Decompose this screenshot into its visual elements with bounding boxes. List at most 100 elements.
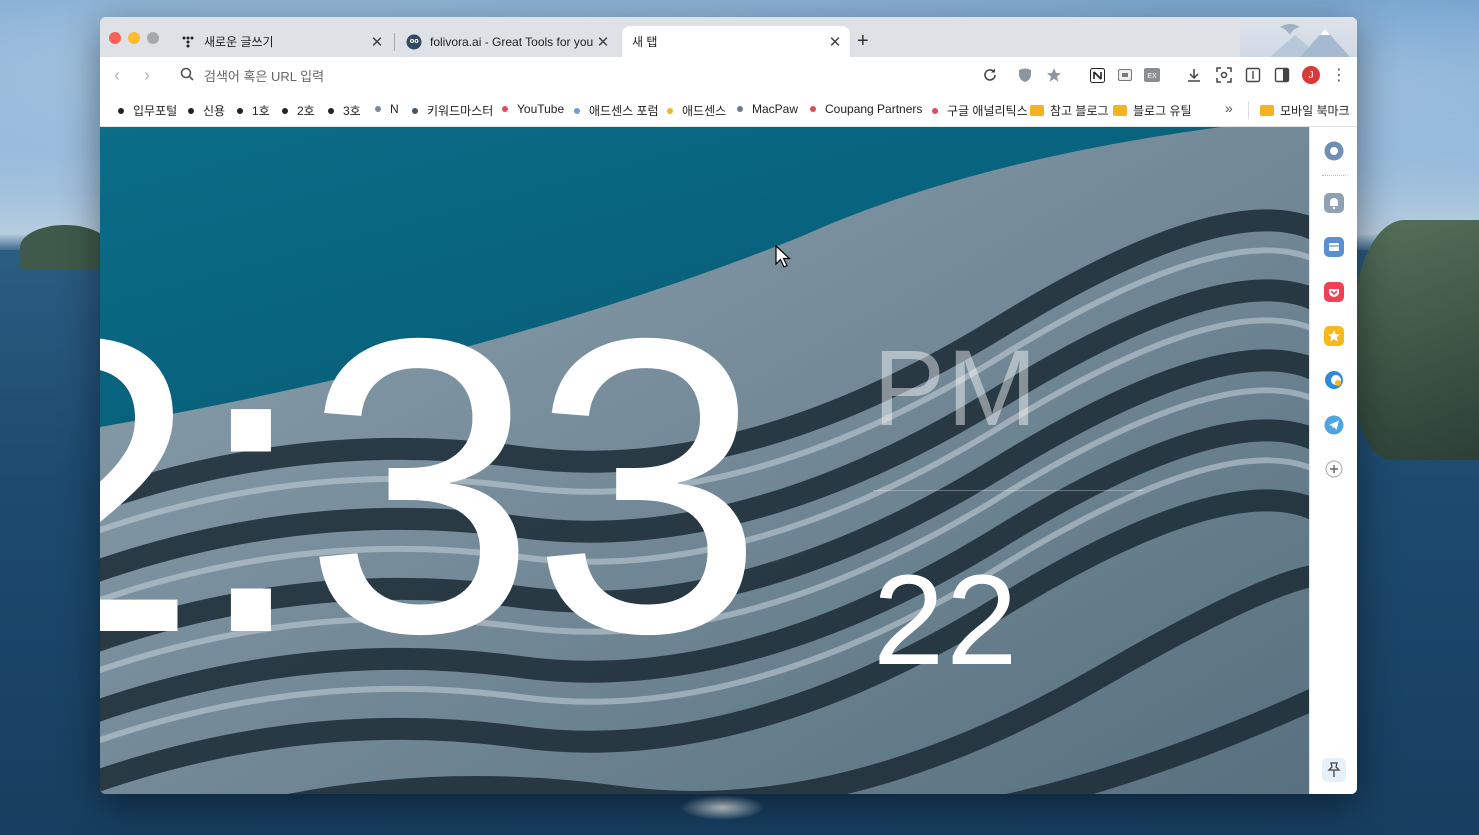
bookmark-item[interactable]: 입무포털 (118, 102, 177, 119)
new-tab-button[interactable]: + (857, 30, 869, 53)
bookmark-folder[interactable]: 참고 블로그 (1030, 102, 1109, 119)
bookmark-item[interactable]: 1호 (237, 102, 270, 119)
pin-icon[interactable] (1322, 758, 1346, 782)
bookmark-item[interactable]: 애드센스 (667, 102, 726, 119)
tab-divider (394, 33, 395, 51)
tab-new-post[interactable]: 새로운 글쓰기 ✕ (170, 26, 392, 57)
back-icon[interactable]: ‹ (114, 65, 120, 86)
ex-extension-icon[interactable]: EX (1143, 66, 1161, 84)
clock-seconds: 22 (873, 549, 1020, 692)
close-window-button[interactable] (109, 32, 121, 44)
desktop-wave-splash (680, 795, 765, 820)
bookmark-label: MacPaw (752, 102, 799, 116)
bookmark-dot-icon (282, 107, 288, 114)
bookmark-label: 블로그 유틸 (1133, 104, 1192, 118)
bookmark-dot-icon (932, 107, 938, 114)
inbox-icon[interactable] (1324, 237, 1344, 257)
bookmark-item[interactable]: MacPaw (737, 102, 798, 116)
desktop-island-right (1355, 220, 1479, 460)
telegram-icon[interactable] (1324, 415, 1344, 435)
bookmark-label: 참고 블로그 (1050, 104, 1109, 118)
mouse-cursor-icon (775, 245, 791, 268)
bookmark-dot-icon (810, 106, 816, 112)
bookmark-label: 모바일 북마크 (1280, 104, 1350, 118)
tab-title: 새로운 글쓰기 (204, 35, 274, 49)
bookmark-label: Coupang Partners (825, 102, 923, 116)
tab-new-tab[interactable]: 새 탭 ✕ (622, 26, 850, 57)
bookmark-dot-icon (188, 107, 194, 114)
bookmark-item[interactable]: 3호 (328, 102, 361, 119)
notion-icon[interactable] (1088, 66, 1106, 84)
bookmark-label: 애드센스 (682, 104, 727, 118)
address-bar[interactable]: 검색어 혹은 URL 입력 (170, 61, 1040, 89)
bookmark-item[interactable]: YouTube (502, 102, 564, 116)
tab-folivora[interactable]: folivora.ai - Great Tools for your ✕ (396, 26, 618, 57)
bookmark-item[interactable]: Coupang Partners (810, 102, 922, 116)
sidebar-divider (1322, 175, 1346, 176)
capture-extension-icon[interactable] (1116, 66, 1134, 84)
desktop-island-left (20, 225, 110, 270)
browser-window: 새로운 글쓰기 ✕ folivora.ai - Great Tools for … (100, 17, 1357, 794)
pocket-icon[interactable] (1324, 282, 1344, 302)
bookmark-label: 애드센스 포럼 (589, 104, 659, 118)
reload-icon[interactable] (981, 66, 999, 84)
minimize-window-button[interactable] (128, 32, 140, 44)
bookmarks-divider (1248, 101, 1249, 119)
side-bar (1309, 127, 1357, 794)
bookmark-label: 키워드마스터 (427, 104, 494, 118)
more-menu-icon[interactable]: ⋮ (1330, 66, 1348, 84)
svg-text:EX: EX (1147, 73, 1157, 80)
tab-title: folivora.ai - Great Tools for your (430, 34, 594, 49)
tab-title: 새 탭 (632, 35, 658, 49)
bookmark-dot-icon (237, 107, 243, 114)
new-tab-page: 2:33 PM 22 (100, 127, 1309, 794)
download-icon[interactable] (1185, 66, 1203, 84)
bookmarks-overflow-button[interactable]: » (1225, 100, 1233, 116)
bookmark-label: 1호 (252, 104, 270, 118)
notification-icon[interactable] (1324, 193, 1344, 213)
add-icon[interactable] (1324, 459, 1344, 479)
close-tab-icon[interactable]: ✕ (826, 33, 844, 51)
screen-capture-icon[interactable] (1215, 66, 1233, 84)
bookmark-label: N (390, 102, 399, 116)
tistory-icon (180, 34, 196, 50)
mobile-bookmarks-folder[interactable]: 모바일 북마크 (1260, 102, 1350, 119)
bookmark-star-icon[interactable] (1045, 66, 1063, 84)
folder-icon (1260, 105, 1274, 116)
folivora-icon (406, 34, 422, 50)
favorites-star-icon[interactable] (1324, 326, 1344, 346)
bookmark-dot-icon (502, 106, 508, 112)
clock-divider (873, 490, 1143, 491)
bookmark-label: YouTube (517, 102, 565, 116)
whale-space-icon[interactable] (1324, 141, 1344, 161)
forward-icon[interactable]: › (144, 65, 150, 86)
zoom-window-button[interactable] (147, 32, 159, 44)
close-tab-icon[interactable]: ✕ (594, 33, 612, 51)
bookmark-dot-icon (412, 107, 418, 114)
close-tab-icon[interactable]: ✕ (368, 33, 386, 51)
split-view-icon[interactable] (1244, 66, 1262, 84)
bookmark-item[interactable]: 신용 (188, 102, 225, 119)
bookmark-dot-icon (737, 106, 743, 112)
translate-icon[interactable] (1324, 370, 1344, 390)
bookmark-label: 입무포털 (133, 104, 178, 118)
clock-time: 2:33 (100, 252, 764, 721)
sidebar-toggle-icon[interactable] (1273, 66, 1291, 84)
bookmark-item[interactable]: 애드센스 포럼 (574, 102, 659, 119)
shield-icon[interactable] (1016, 66, 1034, 84)
profile-avatar[interactable]: J (1302, 66, 1320, 84)
folder-icon (1030, 105, 1044, 116)
bookmark-dot-icon (328, 107, 334, 114)
bookmark-item[interactable]: 키워드마스터 (412, 102, 493, 119)
bookmark-item[interactable]: 2호 (282, 102, 315, 119)
bookmark-item[interactable]: N (375, 102, 399, 116)
search-icon (180, 67, 200, 84)
bookmark-item[interactable]: 구글 애널리틱스 (932, 102, 1028, 119)
bookmark-folder[interactable]: 블로그 유틸 (1113, 102, 1192, 119)
bookmark-dot-icon (667, 107, 673, 114)
tab-bar: 새로운 글쓰기 ✕ folivora.ai - Great Tools for … (100, 17, 1357, 57)
bookmark-label: 3호 (343, 104, 361, 118)
address-placeholder: 검색어 혹은 URL 입력 (204, 68, 325, 84)
bookmark-dot-icon (375, 106, 381, 112)
bookmark-dot-icon (118, 107, 124, 114)
